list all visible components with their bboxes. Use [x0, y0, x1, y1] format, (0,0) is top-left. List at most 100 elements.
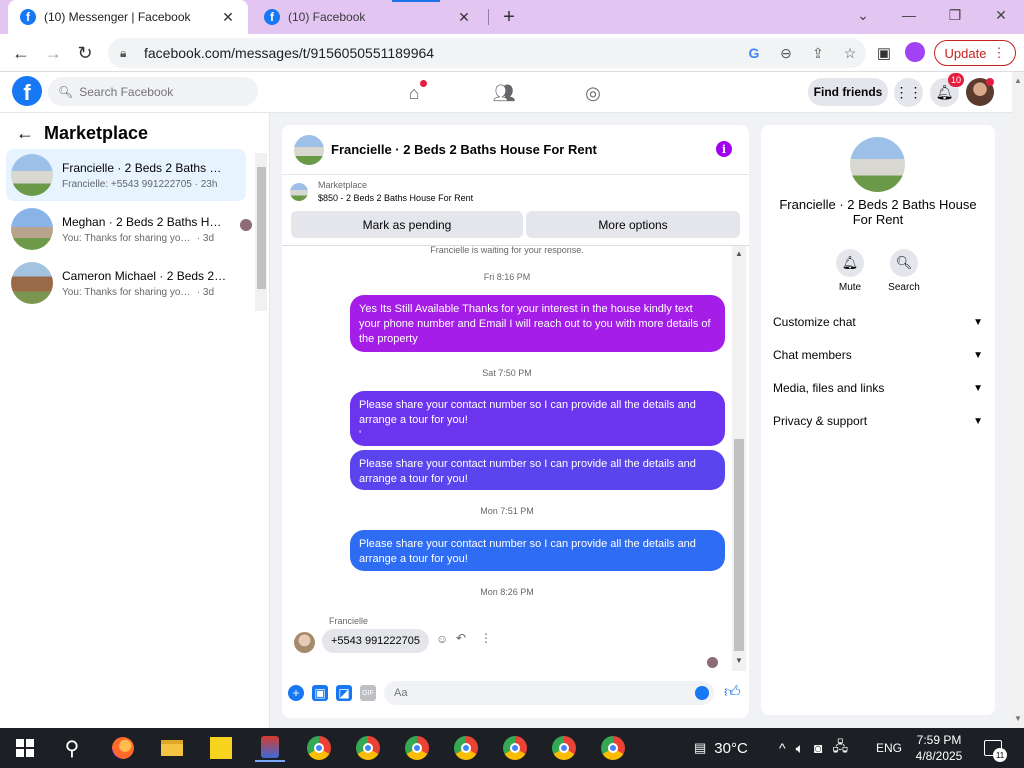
reply-icon[interactable]: ↶: [456, 631, 466, 645]
scrollbar-thumb[interactable]: [257, 167, 266, 289]
find-friends-button[interactable]: Find friends: [808, 78, 888, 106]
section-privacy-support[interactable]: Privacy & support ▼: [773, 410, 983, 432]
update-button[interactable]: Update ⋮: [934, 40, 1016, 66]
friends-icon[interactable]: 👥︎: [491, 80, 517, 106]
conversation-item[interactable]: Meghan · 2 Beds 2 Baths House For Rent Y…: [6, 203, 252, 255]
listing-photo[interactable]: [850, 137, 905, 192]
emoji-icon[interactable]: [695, 686, 709, 700]
page-scrollbar[interactable]: ▲ ▼: [1012, 72, 1024, 728]
scroll-up-icon[interactable]: ▲: [735, 249, 743, 258]
like-thumb-icon[interactable]: 👍︎: [724, 683, 741, 702]
chat-info-pane: Francielle · 2 Beds 2 Baths House For Re…: [761, 125, 995, 715]
photo-icon[interactable]: ▣: [312, 685, 328, 701]
section-media-files-links[interactable]: Media, files and links ▼: [773, 377, 983, 399]
taskbar-search-icon[interactable]: ⚲: [57, 734, 87, 762]
conversation-list-scrollbar[interactable]: [255, 153, 267, 311]
tab-title: (10) Messenger | Facebook: [44, 10, 191, 24]
volume-icon[interactable]: 🔈︎: [796, 740, 804, 757]
tab-separator: [488, 9, 489, 25]
outgoing-message[interactable]: Please share your contact number so I ca…: [350, 530, 725, 571]
marketplace-listing-info[interactable]: Marketplace $850 - 2 Beds 2 Baths House …: [290, 180, 473, 203]
close-tab-icon[interactable]: ✕: [456, 9, 472, 26]
sticker-icon[interactable]: ◪: [336, 685, 352, 701]
mark-as-pending-button[interactable]: Mark as pending: [291, 211, 523, 238]
scroll-down-icon[interactable]: ▼: [735, 656, 743, 665]
weather-widget[interactable]: ▤ 30°C: [694, 728, 748, 768]
network-icon[interactable]: 🖧︎: [832, 736, 848, 760]
outgoing-message[interactable]: Please share your contact number so I ca…: [350, 391, 725, 446]
back-icon[interactable]: ←: [8, 40, 34, 66]
chrome-icon[interactable]: [451, 734, 481, 762]
mute-button[interactable]: 🔔︎ Mute: [830, 249, 870, 293]
sticky-notes-icon[interactable]: [206, 734, 236, 762]
search-icon: 🔍︎: [58, 84, 74, 99]
tab-search-chevron-icon[interactable]: ⌄: [840, 0, 886, 30]
conversation-time: 23h: [200, 178, 218, 190]
incoming-message[interactable]: +5543 991222705: [322, 629, 430, 653]
scroll-down-icon[interactable]: ▼: [1014, 714, 1022, 723]
language-indicator[interactable]: ENG: [876, 728, 902, 768]
lock-icon[interactable]: 🔒︎: [120, 46, 134, 61]
address-bar[interactable]: 🔒︎ facebook.com/messages/t/9156050551189…: [108, 38, 866, 68]
back-arrow-icon[interactable]: ←: [16, 123, 34, 144]
message-input[interactable]: [384, 681, 714, 705]
bookmark-star-icon[interactable]: ☆: [834, 45, 866, 62]
facebook-logo[interactable]: f: [12, 76, 42, 106]
chat-pane: Francielle · 2 Beds 2 Baths House For Re…: [282, 125, 749, 718]
forward-icon[interactable]: →: [40, 40, 66, 66]
url-text[interactable]: facebook.com/messages/t/9156050551189964: [144, 45, 738, 61]
menu-grid-icon[interactable]: ⋮⋮: [894, 78, 923, 107]
tab-messenger[interactable]: f (10) Messenger | Facebook ✕: [8, 0, 248, 34]
minimize-button[interactable]: —: [886, 0, 932, 30]
chrome-icon[interactable]: [500, 734, 530, 762]
chrome-icon[interactable]: [353, 734, 383, 762]
gif-icon[interactable]: GIF: [360, 685, 376, 701]
chrome-icon[interactable]: [402, 734, 432, 762]
app-icon[interactable]: [255, 734, 285, 762]
conversation-item[interactable]: Francielle · 2 Beds 2 Baths House For Re…: [6, 149, 246, 201]
browser-profile-avatar[interactable]: [905, 42, 925, 62]
side-panel-icon[interactable]: ▣: [871, 40, 897, 66]
camera-icon[interactable]: ◙: [814, 740, 822, 756]
start-button[interactable]: [10, 734, 40, 762]
zoom-icon[interactable]: ⊖: [770, 45, 802, 62]
outgoing-message[interactable]: Yes Its Still Available Thanks for your …: [350, 295, 725, 352]
groups-icon[interactable]: ◎: [580, 80, 606, 106]
more-actions-icon[interactable]: ⋮: [480, 631, 492, 645]
chat-thumbnail[interactable]: [294, 134, 324, 165]
section-chat-members[interactable]: Chat members ▼: [773, 344, 983, 366]
clock[interactable]: 7:59 PM 4/8/2025: [908, 732, 970, 764]
facebook-favicon-icon: f: [264, 9, 280, 25]
plus-icon[interactable]: +: [288, 685, 304, 701]
reload-icon[interactable]: ↻: [72, 40, 98, 66]
tab-facebook[interactable]: f (10) Facebook ✕: [252, 0, 484, 34]
chat-title[interactable]: Francielle · 2 Beds 2 Baths House For Re…: [331, 142, 597, 157]
show-hidden-icons-icon[interactable]: ^: [779, 740, 786, 756]
scroll-up-icon[interactable]: ▲: [1014, 76, 1022, 85]
weather-icon: ▤: [694, 740, 707, 755]
section-customize-chat[interactable]: Customize chat ▼: [773, 311, 983, 333]
sender-avatar[interactable]: [294, 632, 315, 653]
share-icon[interactable]: ⇪: [802, 45, 834, 62]
firefox-icon[interactable]: [108, 734, 138, 762]
scrollbar-thumb[interactable]: [734, 439, 744, 651]
chrome-icon[interactable]: [598, 734, 628, 762]
conversation-item[interactable]: Cameron Michael · 2 Beds 2 Baths House F…: [6, 257, 246, 309]
facebook-search-input[interactable]: [79, 84, 250, 99]
facebook-search[interactable]: 🔍︎: [48, 77, 258, 106]
new-tab-button[interactable]: +: [498, 6, 520, 28]
search-conversation-button[interactable]: 🔍︎ Search: [884, 249, 924, 293]
info-icon[interactable]: i: [716, 141, 732, 157]
close-window-button[interactable]: ✕: [978, 0, 1024, 30]
react-icon[interactable]: ☺: [436, 632, 448, 646]
more-options-button[interactable]: More options: [526, 211, 740, 238]
chrome-icon[interactable]: [549, 734, 579, 762]
message-scrollbar[interactable]: ▲ ▼: [732, 246, 746, 671]
restore-button[interactable]: ❐: [932, 0, 978, 30]
close-tab-icon[interactable]: ✕: [220, 9, 236, 26]
system-tray[interactable]: ^ 🔈︎ ◙ 🖧︎: [779, 728, 848, 768]
chrome-icon[interactable]: [304, 734, 334, 762]
google-lens-icon[interactable]: G: [738, 45, 770, 61]
outgoing-message[interactable]: Please share your contact number so I ca…: [350, 450, 725, 490]
file-explorer-icon[interactable]: [157, 734, 187, 762]
